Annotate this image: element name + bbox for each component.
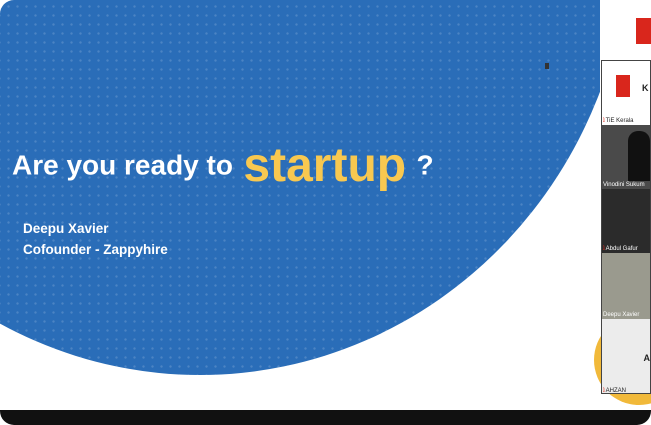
- slide-title-highlight: startup: [243, 139, 407, 192]
- participant-name-label: Vinodini Sukum: [603, 182, 645, 188]
- participant-panel[interactable]: K ʇTiE Kerala Vinodini Sukum ʇAbdul Gafu…: [601, 60, 651, 394]
- slide-title: Are you ready to startup ?: [12, 138, 434, 193]
- mouse-cursor-icon: [545, 63, 549, 69]
- tie-logo-icon: [616, 75, 630, 97]
- participant-name-label: ʇAbdul Gafur: [603, 246, 638, 252]
- muted-mic-icon: ʇ: [603, 246, 605, 252]
- participant-initial: A: [643, 353, 651, 363]
- presenter-role: Cofounder - Zappyhire: [23, 242, 168, 257]
- video-call-window: Are you ready to startup ? Deepu Xavier …: [0, 0, 651, 425]
- participant-tile[interactable]: Deepu Xavier: [602, 253, 650, 319]
- participant-video: [628, 131, 650, 181]
- slide-title-prefix: Are you ready to: [12, 149, 233, 181]
- logo-letter: K: [642, 83, 649, 93]
- participant-name-label: Deepu Xavier: [603, 312, 640, 318]
- participant-name-label: ʇTiE Kerala: [603, 118, 634, 124]
- tie-logo-icon: [636, 18, 651, 44]
- participant-name-label: ʇAHZAN: [603, 388, 627, 394]
- muted-mic-icon: ʇ: [603, 388, 605, 394]
- bottom-bar: [0, 410, 651, 425]
- slide-title-suffix: ?: [416, 149, 434, 181]
- muted-mic-icon: ʇ: [603, 118, 605, 124]
- participant-tile[interactable]: Vinodini Sukum: [602, 125, 650, 189]
- shared-screen-slide: Are you ready to startup ? Deepu Xavier …: [0, 0, 600, 412]
- presenter-name: Deepu Xavier: [23, 221, 109, 236]
- participant-tile[interactable]: A ʇAHZAN: [602, 319, 651, 394]
- participant-tile[interactable]: ʇAbdul Gafur: [602, 189, 650, 253]
- participant-tile[interactable]: K ʇTiE Kerala: [602, 61, 650, 125]
